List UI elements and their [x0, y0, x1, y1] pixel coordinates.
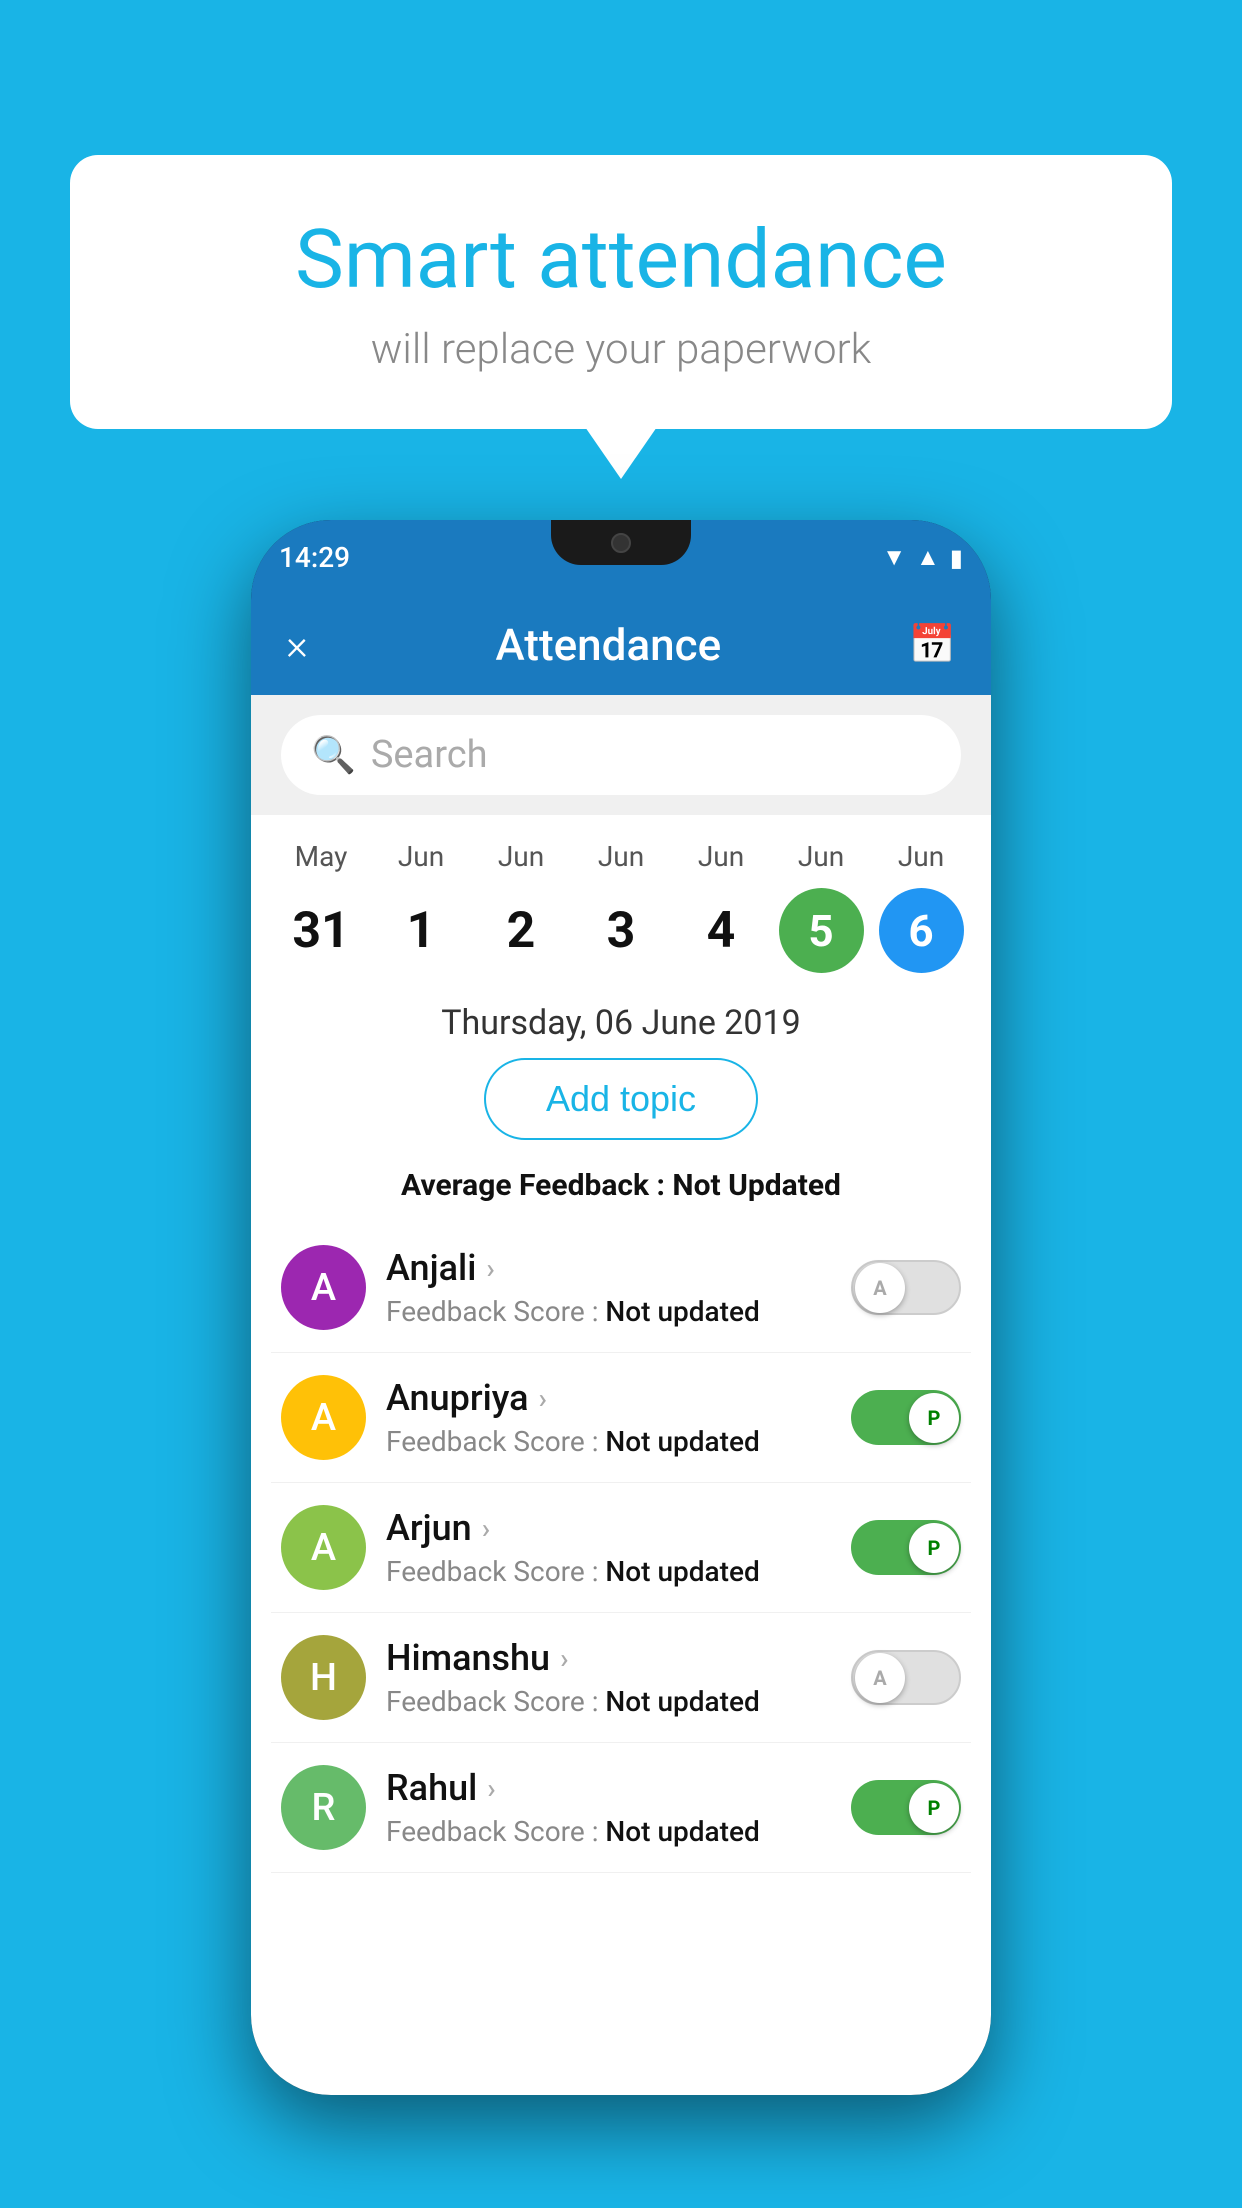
date-month: Jun: [598, 840, 644, 873]
speech-bubble: Smart attendance will replace your paper…: [70, 155, 1172, 429]
student-row[interactable]: A Anupriya› Feedback Score : Not updated P: [271, 1353, 971, 1483]
attendance-toggle[interactable]: A: [851, 1260, 961, 1315]
student-info: Arjun› Feedback Score : Not updated: [386, 1507, 831, 1588]
add-topic-button[interactable]: Add topic: [484, 1058, 758, 1140]
phone-frame: 14:29 ▼ ▲ ▮ × Attendance 📅 🔍 Search: [251, 520, 991, 2095]
student-row[interactable]: R Rahul› Feedback Score : Not updated P: [271, 1743, 971, 1873]
avatar: A: [281, 1245, 366, 1330]
student-row[interactable]: A Anjali› Feedback Score : Not updated A: [271, 1223, 971, 1353]
student-feedback: Feedback Score : Not updated: [386, 1815, 831, 1848]
chevron-right-icon: ›: [560, 1642, 568, 1675]
date-month: Jun: [498, 840, 544, 873]
search-container: 🔍 Search: [251, 695, 991, 815]
date-number: 6: [879, 888, 964, 973]
attendance-toggle[interactable]: A: [851, 1650, 961, 1705]
search-icon: 🔍: [311, 734, 356, 776]
student-feedback: Feedback Score : Not updated: [386, 1425, 831, 1458]
student-info: Rahul› Feedback Score : Not updated: [386, 1767, 831, 1848]
date-col[interactable]: Jun 5: [776, 840, 866, 973]
wifi-icon: ▼: [882, 543, 906, 572]
attendance-toggle[interactable]: P: [851, 1390, 961, 1445]
bubble-title: Smart attendance: [130, 215, 1112, 305]
avatar: R: [281, 1765, 366, 1850]
student-feedback: Feedback Score : Not updated: [386, 1685, 831, 1718]
app-title: Attendance: [495, 619, 721, 671]
app-header: × Attendance 📅: [251, 595, 991, 695]
date-col[interactable]: Jun 2: [476, 840, 566, 973]
student-list: AAnjali›Feedback Score : Not updatedAAAn…: [251, 1223, 991, 1873]
date-month: May: [295, 840, 348, 873]
battery-icon: ▮: [950, 544, 963, 572]
student-name: Arjun›: [386, 1507, 831, 1549]
avatar: A: [281, 1375, 366, 1460]
date-number: 1: [379, 888, 464, 973]
date-col[interactable]: Jun 4: [676, 840, 766, 973]
student-name: Rahul›: [386, 1767, 831, 1809]
date-col[interactable]: May 31: [276, 840, 366, 973]
date-number: 31: [279, 888, 364, 973]
date-col[interactable]: Jun 1: [376, 840, 466, 973]
chevron-right-icon: ›: [482, 1512, 490, 1545]
student-feedback: Feedback Score : Not updated: [386, 1295, 831, 1328]
notch: [551, 520, 691, 565]
student-info: Anupriya› Feedback Score : Not updated: [386, 1377, 831, 1458]
chevron-right-icon: ›: [539, 1382, 547, 1415]
close-button[interactable]: ×: [286, 621, 308, 670]
search-bar[interactable]: 🔍 Search: [281, 715, 961, 795]
student-name: Anupriya›: [386, 1377, 831, 1419]
date-month: Jun: [398, 840, 444, 873]
search-input[interactable]: Search: [371, 733, 488, 777]
date-number: 2: [479, 888, 564, 973]
date-number: 3: [579, 888, 664, 973]
date-month: Jun: [898, 840, 944, 873]
date-number: 4: [679, 888, 764, 973]
calendar-icon[interactable]: 📅: [909, 623, 956, 667]
chevron-right-icon: ›: [487, 1772, 495, 1805]
student-feedback: Feedback Score : Not updated: [386, 1555, 831, 1588]
avatar: H: [281, 1635, 366, 1720]
attendance-toggle[interactable]: P: [851, 1780, 961, 1835]
date-number: 5: [779, 888, 864, 973]
camera: [611, 533, 631, 553]
bubble-subtitle: will replace your paperwork: [130, 325, 1112, 374]
app-content: 🔍 Search May 31 Jun 1 Jun 2 Jun 3 Jun 4 Jun 5 Jun 6 T…: [251, 695, 991, 2095]
avg-feedback-value: Not Updated: [672, 1168, 841, 1203]
chevron-right-icon: ›: [486, 1252, 494, 1285]
status-time: 14:29: [279, 541, 350, 574]
signal-icon: ▲: [916, 543, 940, 572]
student-info: Himanshu› Feedback Score : Not updated: [386, 1637, 831, 1718]
date-month: Jun: [798, 840, 844, 873]
student-info: Anjali› Feedback Score : Not updated: [386, 1247, 831, 1328]
date-month: Jun: [698, 840, 744, 873]
avatar: A: [281, 1505, 366, 1590]
date-strip: May 31 Jun 1 Jun 2 Jun 3 Jun 4 Jun 5 Jun 6: [251, 815, 991, 983]
date-col[interactable]: Jun 3: [576, 840, 666, 973]
status-icons: ▼ ▲ ▮: [882, 543, 963, 572]
student-row[interactable]: H Himanshu› Feedback Score : Not updated A: [271, 1613, 971, 1743]
status-bar: 14:29 ▼ ▲ ▮: [251, 520, 991, 595]
student-name: Anjali›: [386, 1247, 831, 1289]
selected-date-label: Thursday, 06 June 2019: [251, 983, 991, 1058]
phone-wrapper: 14:29 ▼ ▲ ▮ × Attendance 📅 🔍 Search: [251, 520, 991, 2095]
speech-bubble-container: Smart attendance will replace your paper…: [70, 155, 1172, 429]
student-name: Himanshu›: [386, 1637, 831, 1679]
avg-feedback: Average Feedback : Not Updated: [251, 1160, 991, 1223]
attendance-toggle[interactable]: P: [851, 1520, 961, 1575]
date-col[interactable]: Jun 6: [876, 840, 966, 973]
student-row[interactable]: A Arjun› Feedback Score : Not updated P: [271, 1483, 971, 1613]
avg-feedback-label: Average Feedback :: [401, 1168, 665, 1203]
